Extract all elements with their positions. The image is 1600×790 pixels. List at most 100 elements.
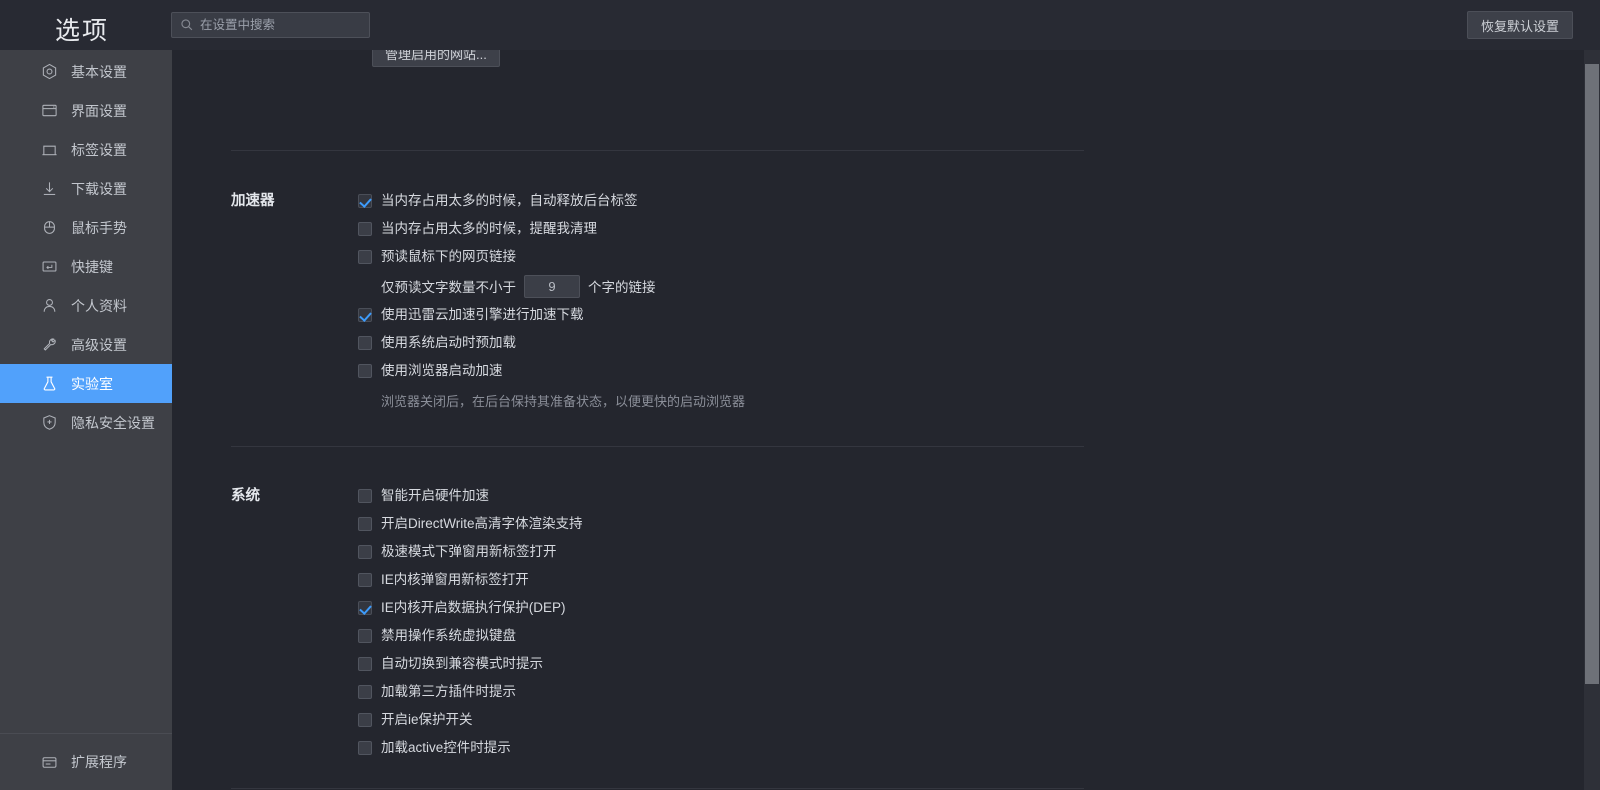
checkbox-fast-mode-popup-new-tab[interactable] [358,545,372,559]
sidebar-item-label: 隐私安全设置 [71,414,155,431]
checkbox-prompt-on-compat-mode-switch[interactable] [358,657,372,671]
top-header-bar: 选项 恢复默认设置 [0,0,1600,50]
option-label: 智能开启硬件加速 [381,488,489,504]
checkbox-directwrite-font-rendering[interactable] [358,517,372,531]
sidebar-item-profile[interactable]: 个人资料 [0,286,172,325]
option-label: 开启ie保护开关 [381,712,473,728]
sidebar-item-label: 高级设置 [71,336,127,353]
option-row[interactable]: 极速模式下弹窗用新标签打开 [358,538,1600,566]
section-accelerator: 加速器 当内存占用太多的时候，自动释放后台标签 当内存占用太多的时候，提醒我清理… [172,187,1600,410]
option-label: 禁用操作系统虚拟键盘 [381,628,516,644]
wrench-icon [43,338,56,351]
option-row[interactable]: 自动切换到兼容模式时提示 [358,650,1600,678]
sidebar-item-label: 扩展程序 [71,754,127,770]
option-label: 当内存占用太多的时候，提醒我清理 [381,221,597,237]
mouse-icon [44,221,55,234]
checkbox-remind-me-to-clean[interactable] [358,222,372,236]
sidebar-bottom-section: 扩展程序 [0,733,172,790]
section-label: 系统 [231,488,260,504]
sidebar-item-download-settings[interactable]: 下载设置 [0,169,172,208]
option-row[interactable]: 加载第三方插件时提示 [358,678,1600,706]
search-icon [181,19,193,31]
option-row[interactable]: 使用浏览器启动加速 [358,357,1600,385]
sidebar-item-mouse-gestures[interactable]: 鼠标手势 [0,208,172,247]
option-row[interactable]: 当内存占用太多的时候，自动释放后台标签 [358,187,1600,215]
option-label: 开启DirectWrite高清字体渲染支持 [381,516,583,532]
preload-min-length-row: 仅预读文字数量不小于 个字的链接 [358,271,1600,301]
option-row[interactable]: 禁用操作系统虚拟键盘 [358,622,1600,650]
option-label: 预读鼠标下的网页链接 [381,249,516,265]
sidebar-item-shortcuts[interactable]: 快捷键 [0,247,172,286]
window-icon [42,104,57,117]
section-system: 系统 智能开启硬件加速 开启DirectWrite高清字体渲染支持 极速模式下弹… [172,482,1600,762]
sidebar-item-label: 标签设置 [71,141,127,158]
checkbox-ie-core-dep[interactable] [358,601,372,615]
search-box[interactable] [171,12,370,38]
sidebar-item-label: 实验室 [71,375,113,392]
settings-content-panel: 管理启用的网站... 加速器 当内存占用太多的时候，自动释放后台标签 当内存占用… [172,50,1600,790]
manage-enabled-sites-button[interactable]: 管理启用的网站... [372,50,500,67]
person-icon [43,299,56,312]
section-label: 加速器 [231,193,275,209]
sidebar-item-label: 鼠标手势 [71,219,127,236]
sidebar-item-privacy-security[interactable]: 隐私安全设置 [0,403,172,442]
extension-icon [42,756,57,768]
search-input[interactable] [200,18,360,32]
checkbox-ie-core-popup-new-tab[interactable] [358,573,372,587]
sidebar-item-basic-settings[interactable]: 基本设置 [0,52,172,91]
keyboard-key-icon [42,261,57,272]
flask-icon [43,376,56,391]
tab-icon [42,145,57,156]
checkbox-browser-startup-acceleration[interactable] [358,364,372,378]
checkbox-preload-link-under-cursor[interactable] [358,250,372,264]
checkbox-preload-on-system-start[interactable] [358,336,372,350]
option-row[interactable]: 当内存占用太多的时候，提醒我清理 [358,215,1600,243]
scrollbar-thumb[interactable] [1585,64,1599,684]
sidebar-item-label: 个人资料 [71,297,127,314]
option-row[interactable]: 加载active控件时提示 [358,734,1600,762]
checkbox-prompt-on-third-party-plugin[interactable] [358,685,372,699]
checkbox-use-xunlei-cloud-accelerator[interactable] [358,308,372,322]
checkbox-enable-ie-protection[interactable] [358,713,372,727]
option-row[interactable]: 智能开启硬件加速 [358,482,1600,510]
option-label: 当内存占用太多的时候，自动释放后台标签 [381,193,638,209]
restore-defaults-button[interactable]: 恢复默认设置 [1466,11,1573,39]
sidebar-nav: 基本设置 界面设置 标签设置 下载设置 鼠标手势 快捷键 个人资料 高级设置 实… [0,50,172,790]
option-label: 极速模式下弹窗用新标签打开 [381,544,557,560]
checkbox-smart-hardware-acceleration[interactable] [358,489,372,503]
option-row[interactable]: 预读鼠标下的网页链接 [358,243,1600,271]
option-row[interactable]: IE内核弹窗用新标签打开 [358,566,1600,594]
sidebar-item-label: 界面设置 [71,102,127,119]
vertical-scrollbar[interactable] [1584,50,1600,790]
option-label: 自动切换到兼容模式时提示 [381,656,543,672]
option-label: 加载第三方插件时提示 [381,684,516,700]
sidebar-item-lab[interactable]: 实验室 [0,364,172,403]
preload-min-length-input[interactable] [524,274,580,298]
option-row[interactable]: 开启ie保护开关 [358,706,1600,734]
hexagon-target-icon [42,63,57,80]
preload-prefix-label: 仅预读文字数量不小于 [381,280,516,295]
checkbox-disable-os-virtual-keyboard[interactable] [358,629,372,643]
checkbox-prompt-on-activex-load[interactable] [358,741,372,755]
option-label: 使用迅雷云加速引擎进行加速下载 [381,307,584,323]
download-arrow-icon [43,182,56,195]
sidebar-item-label: 基本设置 [71,63,127,80]
sidebar-item-label: 下载设置 [71,180,127,197]
shield-plus-icon [43,415,56,430]
sidebar-item-advanced-settings[interactable]: 高级设置 [0,325,172,364]
option-label: IE内核弹窗用新标签打开 [381,572,529,588]
preload-suffix-label: 个字的链接 [588,280,656,295]
sidebar-item-tab-settings[interactable]: 标签设置 [0,130,172,169]
browser-startup-hint: 浏览器关闭后，在后台保持其准备状态，以便更快的启动浏览器 [381,394,746,409]
sidebar-item-interface-settings[interactable]: 界面设置 [0,91,172,130]
option-row[interactable]: IE内核开启数据执行保护(DEP) [358,594,1600,622]
sidebar-item-extensions[interactable]: 扩展程序 [0,734,172,790]
option-row[interactable]: 使用系统启动时预加载 [358,329,1600,357]
option-label: IE内核开启数据执行保护(DEP) [381,600,566,616]
option-label: 使用系统启动时预加载 [381,335,516,351]
page-title: 选项 [55,17,110,45]
checkbox-auto-release-background-tabs[interactable] [358,194,372,208]
option-row[interactable]: 使用迅雷云加速引擎进行加速下载 [358,301,1600,329]
option-label: 使用浏览器启动加速 [381,363,503,379]
option-row[interactable]: 开启DirectWrite高清字体渲染支持 [358,510,1600,538]
